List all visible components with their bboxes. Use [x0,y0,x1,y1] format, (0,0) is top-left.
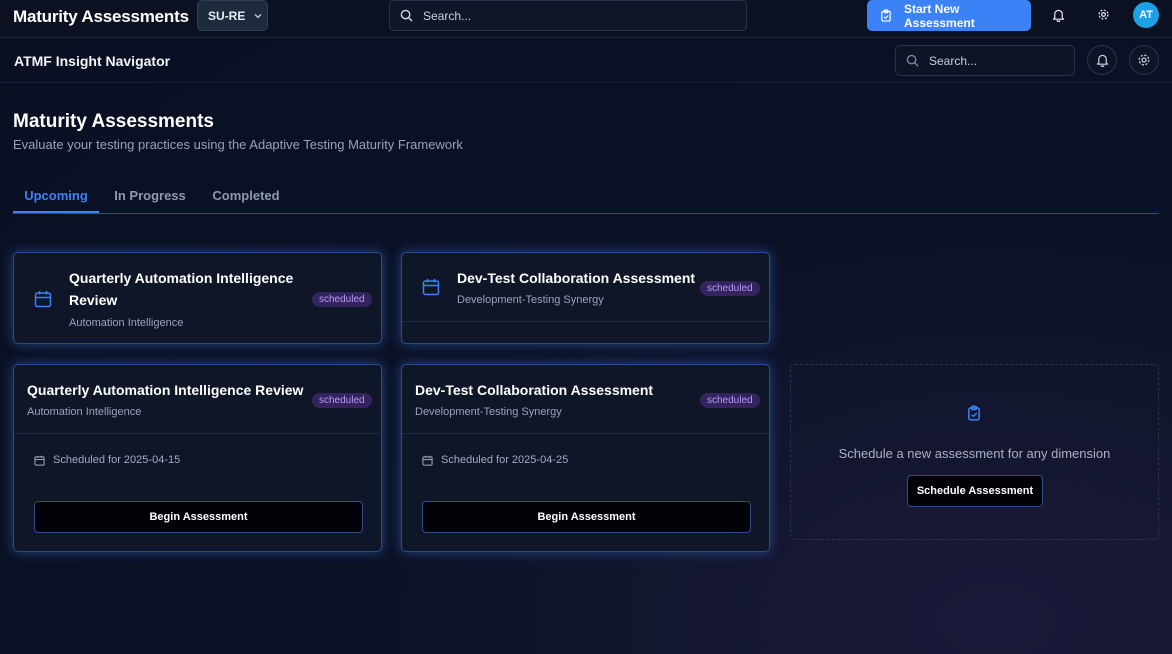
app-title: Maturity Assessments [13,7,189,26]
status-badge: scheduled [700,393,760,408]
assessment-title: Dev-Test Collaboration Assessment [415,382,654,398]
assessment-tabs: Upcoming In Progress Completed [13,178,1159,214]
assessment-detail-card: Dev-Test Collaboration Assessment Develo… [401,364,770,552]
secondary-header: ATMF Insight Navigator Search... [0,38,1172,83]
project-selector-label: SU-RE [208,8,246,23]
status-badge: scheduled [700,281,760,296]
secondary-search-input[interactable]: Search... [895,45,1075,76]
card-divider [402,321,769,322]
calendar-icon [422,278,440,296]
page-subtitle: Evaluate your testing practices using th… [13,137,463,152]
assessment-title: Quarterly Automation Intelligence Review [69,270,294,308]
project-selector[interactable]: SU-RE [197,0,268,31]
tab-completed[interactable]: Completed [208,178,284,213]
bell-icon[interactable] [1052,8,1066,22]
global-search-placeholder: Search... [423,8,472,23]
scheduled-date: Scheduled for 2025-04-25 [422,454,568,466]
assessment-title: Quarterly Automation Intelligence Review [27,382,304,398]
status-badge: scheduled [312,393,372,408]
assessment-dimension: Development-Testing Synergy [415,406,562,418]
clipboard-icon [967,405,981,421]
page-title: Maturity Assessments [13,111,214,132]
calendar-icon [422,455,433,466]
assessment-dimension: Automation Intelligence [69,317,184,329]
user-avatar[interactable]: AT [1133,2,1159,28]
bell-icon [1096,53,1109,67]
empty-state-text: Schedule a new assessment for any dimens… [838,446,1111,461]
tab-upcoming[interactable]: Upcoming [13,178,99,213]
schedule-new-assessment-card: Schedule a new assessment for any dimens… [790,364,1159,540]
top-bar: Maturity Assessments SU-RE Search... Sta… [0,0,1172,38]
search-icon [906,54,919,67]
start-new-assessment-label: Start New Assessment [904,1,975,30]
gear-icon [1137,53,1151,67]
search-icon [400,9,413,22]
schedule-assessment-button[interactable]: Schedule Assessment [907,475,1043,507]
global-search-input[interactable]: Search... [389,0,747,31]
begin-assessment-button[interactable]: Begin Assessment [422,501,751,533]
assessment-card[interactable]: Dev-Test Collaboration Assessment Develo… [401,252,770,344]
assessment-dimension: Development-Testing Synergy [457,294,604,306]
begin-assessment-button[interactable]: Begin Assessment [34,501,363,533]
chevron-down-icon [253,11,263,21]
app-brand-title: ATMF Insight Navigator [14,53,171,69]
tab-in-progress[interactable]: In Progress [112,178,188,213]
calendar-icon [34,290,52,308]
settings-button[interactable] [1129,45,1159,75]
assessment-title: Dev-Test Collaboration Assessment [457,270,696,286]
notifications-button[interactable] [1087,45,1117,75]
card-divider [14,433,381,434]
clipboard-icon [880,9,892,22]
scheduled-date-text: Scheduled for 2025-04-25 [441,454,569,466]
assessment-card[interactable]: Quarterly Automation Intelligence Review… [13,252,382,344]
scheduled-date-text: Scheduled for 2025-04-15 [53,454,181,466]
status-badge: scheduled [312,292,372,307]
assessment-detail-card: Quarterly Automation Intelligence Review… [13,364,382,552]
scheduled-date: Scheduled for 2025-04-15 [34,454,180,466]
calendar-icon [34,455,45,466]
gear-icon[interactable] [1097,8,1111,22]
card-divider [402,433,769,434]
secondary-search-placeholder: Search... [929,53,978,68]
start-new-assessment-button[interactable]: Start New Assessment [867,0,1031,31]
assessment-dimension: Automation Intelligence [27,406,142,418]
